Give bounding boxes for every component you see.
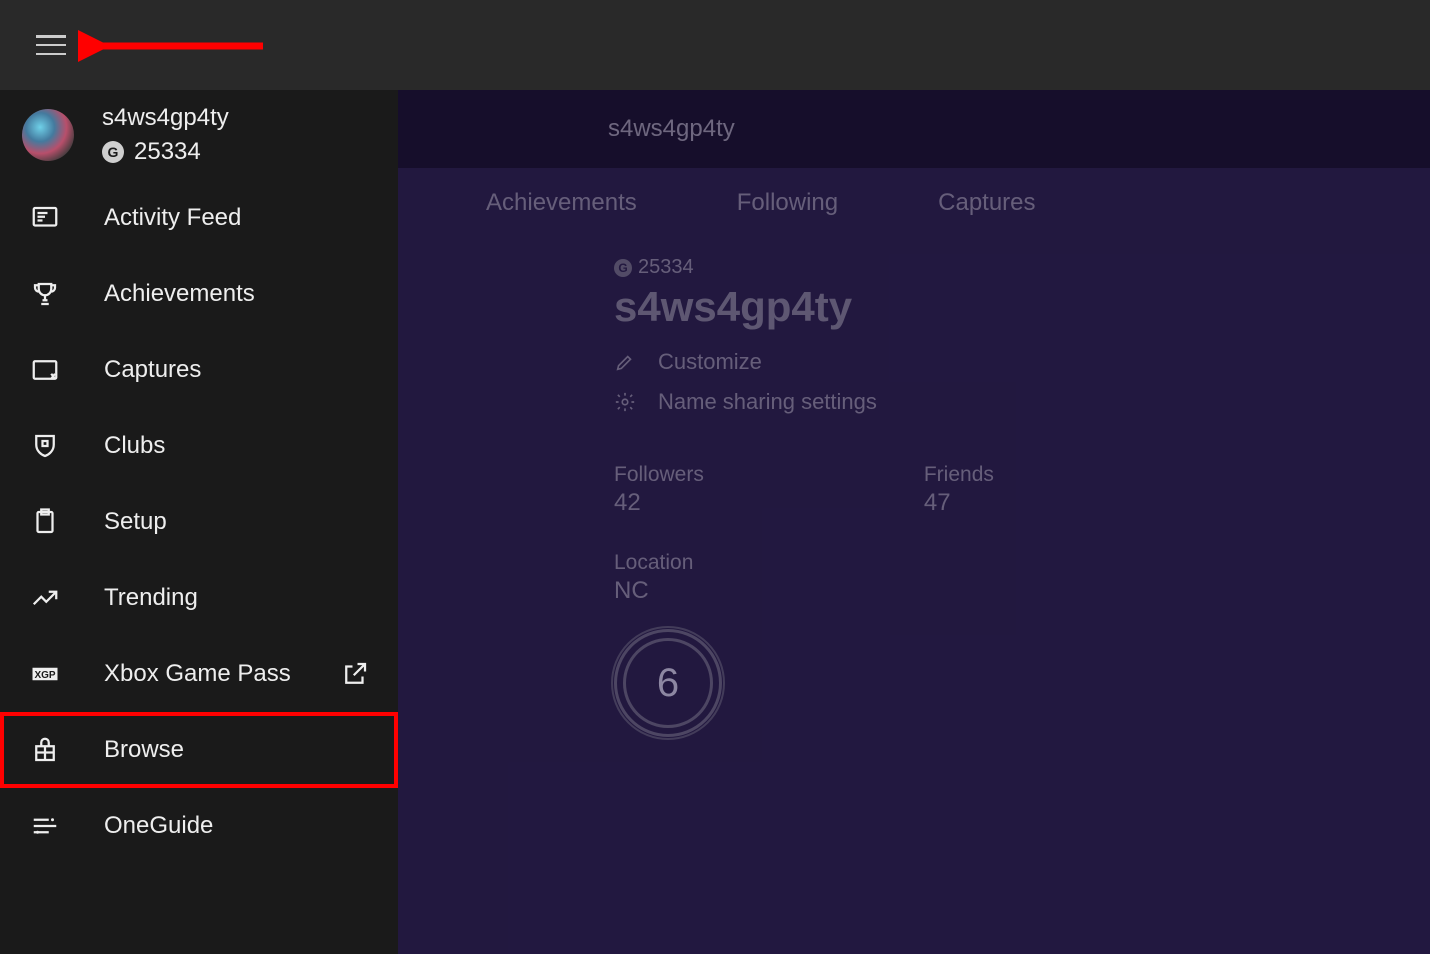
sidebar-label: OneGuide bbox=[104, 812, 213, 840]
gamerscore-icon: G bbox=[614, 259, 632, 277]
sidebar-label: Achievements bbox=[104, 280, 255, 308]
hamburger-menu-button[interactable] bbox=[36, 35, 66, 55]
profile-card: G 25334 s4ws4gp4ty Customize Name sharin… bbox=[398, 238, 1430, 737]
sidebar-nav: Activity Feed Achievements Captures Club… bbox=[0, 180, 398, 864]
sidebar-label: Clubs bbox=[104, 432, 165, 460]
svg-text:XGP: XGP bbox=[34, 670, 55, 681]
sidebar-item-trending[interactable]: Trending bbox=[0, 560, 398, 636]
sidebar-gamerscore: 25334 bbox=[134, 138, 201, 166]
name-sharing-button[interactable]: Name sharing settings bbox=[614, 389, 1430, 415]
location-value: NC bbox=[614, 577, 1430, 605]
main-header: s4ws4gp4ty bbox=[398, 90, 1430, 168]
name-sharing-label: Name sharing settings bbox=[658, 389, 877, 415]
sidebar-item-achievements[interactable]: Achievements bbox=[0, 256, 398, 332]
sidebar-label: Xbox Game Pass bbox=[104, 660, 291, 688]
sidebar-item-captures[interactable]: Captures bbox=[0, 332, 398, 408]
store-icon bbox=[30, 735, 60, 765]
profile-tabs: Achievements Following Captures bbox=[398, 168, 1430, 238]
clipboard-icon bbox=[30, 507, 60, 537]
tab-achievements[interactable]: Achievements bbox=[486, 189, 637, 217]
pencil-icon bbox=[614, 351, 636, 373]
sidebar-label: Captures bbox=[104, 356, 201, 384]
sidebar-item-browse[interactable]: Browse bbox=[0, 712, 398, 788]
oneguide-icon bbox=[30, 811, 60, 841]
friends-value: 47 bbox=[924, 489, 994, 517]
annotation-arrow bbox=[78, 28, 268, 68]
xgp-icon: XGP bbox=[30, 659, 60, 689]
page-title: s4ws4gp4ty bbox=[608, 115, 735, 143]
location-block: Location NC bbox=[614, 551, 1430, 605]
gamerscore-icon: G bbox=[102, 141, 124, 163]
location-label: Location bbox=[614, 551, 1430, 575]
trending-icon bbox=[30, 583, 60, 613]
sidebar-item-xbox-game-pass[interactable]: XGP Xbox Game Pass bbox=[0, 636, 398, 712]
avatar bbox=[22, 109, 74, 161]
shield-icon bbox=[30, 431, 60, 461]
sidebar-item-clubs[interactable]: Clubs bbox=[0, 408, 398, 484]
sidebar-profile[interactable]: s4ws4gp4ty G 25334 bbox=[0, 90, 398, 180]
customize-label: Customize bbox=[658, 349, 762, 375]
profile-gamerscore: 25334 bbox=[638, 256, 694, 279]
tab-following[interactable]: Following bbox=[737, 189, 838, 217]
customize-button[interactable]: Customize bbox=[614, 349, 1430, 375]
gear-icon bbox=[614, 391, 636, 413]
main-content: s4ws4gp4ty Achievements Following Captur… bbox=[398, 90, 1430, 954]
tenure-badge: 6 bbox=[614, 629, 1430, 737]
profile-gamertag: s4ws4gp4ty bbox=[614, 283, 1430, 331]
sidebar-gamertag: s4ws4gp4ty bbox=[102, 104, 229, 132]
sidebar-item-activity-feed[interactable]: Activity Feed bbox=[0, 180, 398, 256]
sidebar-item-setup[interactable]: Setup bbox=[0, 484, 398, 560]
followers-label: Followers bbox=[614, 463, 704, 487]
sidebar: s4ws4gp4ty G 25334 Activity Feed Achieve… bbox=[0, 90, 398, 954]
captures-icon bbox=[30, 355, 60, 385]
external-link-icon bbox=[340, 659, 370, 689]
sidebar-label: Activity Feed bbox=[104, 204, 241, 232]
followers-stat[interactable]: Followers 42 bbox=[614, 463, 704, 517]
activity-feed-icon bbox=[30, 203, 60, 233]
followers-value: 42 bbox=[614, 489, 704, 517]
friends-label: Friends bbox=[924, 463, 994, 487]
sidebar-label: Setup bbox=[104, 508, 167, 536]
sidebar-item-oneguide[interactable]: OneGuide bbox=[0, 788, 398, 864]
friends-stat[interactable]: Friends 47 bbox=[924, 463, 994, 517]
sidebar-label: Trending bbox=[104, 584, 198, 612]
tenure-years: 6 bbox=[657, 661, 679, 706]
trophy-icon bbox=[30, 279, 60, 309]
sidebar-label: Browse bbox=[104, 736, 184, 764]
title-bar bbox=[0, 0, 1430, 90]
tab-captures[interactable]: Captures bbox=[938, 189, 1035, 217]
